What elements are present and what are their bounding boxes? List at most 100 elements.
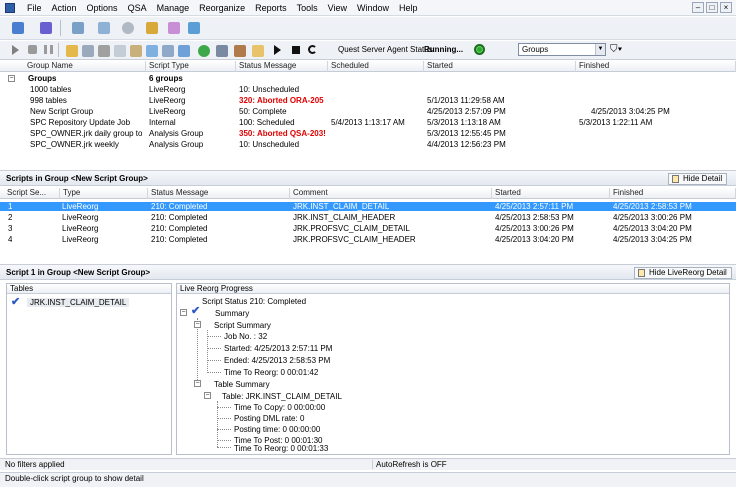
tree-line	[207, 372, 221, 373]
chart-icon[interactable]	[178, 45, 190, 57]
column-script-sequence[interactable]: Script Se...	[4, 188, 60, 199]
table-row[interactable]: SPC_OWNER.jrk weekly Analysis Group 10: …	[0, 140, 736, 149]
open-folder-icon[interactable]	[66, 45, 78, 57]
group-header-row[interactable]: − Groups 6 groups	[0, 74, 736, 83]
hide-detail-button[interactable]: Hide Detail	[668, 173, 728, 185]
app-icon	[5, 3, 15, 13]
script-detail-heading: Script 1 in Group <New Script Group>	[6, 268, 151, 277]
find-icon[interactable]	[122, 22, 134, 34]
tree-script-summary[interactable]: Script Summary	[214, 321, 271, 330]
run-icon[interactable]	[12, 45, 19, 55]
started: 4/25/2013 2:58:53 PM	[495, 213, 574, 222]
table-row[interactable]: SPC Repository Update Job Internal 100: …	[0, 118, 736, 127]
column-type[interactable]: Type	[60, 188, 148, 199]
script-type: Analysis Group	[149, 140, 204, 149]
copy-icon[interactable]	[114, 45, 126, 57]
column-group-name[interactable]: Group Name	[24, 61, 146, 72]
refresh-icon[interactable]	[198, 45, 210, 57]
group-header-name: Groups	[28, 74, 57, 83]
schema-icon[interactable]	[98, 22, 110, 34]
table-row[interactable]: 3 LiveReorg 210: Completed JRK.PROFSVC_C…	[0, 224, 736, 233]
script-sequence: 3	[8, 224, 13, 233]
agent-status-value: Running...	[424, 45, 464, 54]
reorg-icon[interactable]	[146, 22, 158, 34]
script-group-icon[interactable]	[216, 45, 228, 57]
column-status-message[interactable]: Status Message	[148, 188, 290, 199]
table-row[interactable]: 2 LiveReorg 210: Completed JRK.INST_CLAI…	[0, 213, 736, 222]
edit-icon[interactable]	[168, 22, 180, 34]
window-controls: – □ ×	[692, 2, 732, 13]
notes-icon[interactable]	[252, 45, 264, 57]
stop-icon[interactable]	[28, 45, 37, 54]
collapse-icon[interactable]: −	[204, 392, 211, 399]
finished: 4/25/2013 2:58:53 PM	[613, 202, 692, 211]
menu-bar: File Action Options QSA Manage Reorganiz…	[0, 0, 736, 16]
collapse-icon[interactable]: −	[194, 321, 201, 328]
tree-table-summary[interactable]: Table Summary	[214, 380, 270, 389]
menu-reports[interactable]: Reports	[250, 2, 292, 15]
report-icon[interactable]	[146, 45, 158, 57]
close-button[interactable]: ×	[720, 2, 732, 13]
properties-icon[interactable]	[82, 45, 94, 57]
table-row[interactable]: 1000 tables LiveReorg 10: Unscheduled	[0, 85, 736, 94]
play-icon[interactable]	[274, 45, 281, 55]
menu-help[interactable]: Help	[394, 2, 423, 15]
column-started[interactable]: Started	[492, 188, 610, 199]
column-status-message[interactable]: Status Message	[236, 61, 328, 72]
grid-icon[interactable]	[162, 45, 174, 57]
table-row[interactable]: 4 LiveReorg 210: Completed JRK.PROFSVC_C…	[0, 235, 736, 244]
tree-line	[217, 447, 231, 448]
menu-view[interactable]: View	[323, 2, 352, 15]
paste-icon[interactable]	[130, 45, 142, 57]
agent-status-icon[interactable]	[474, 44, 485, 55]
group-name: 998 tables	[30, 96, 67, 105]
collapse-icon[interactable]: −	[8, 75, 15, 82]
tree-line	[207, 360, 221, 361]
table-row[interactable]: 998 tables LiveReorg 320: Aborted ORA-20…	[0, 96, 736, 105]
column-scheduled[interactable]: Scheduled	[328, 61, 424, 72]
hide-livereorg-detail-icon	[638, 269, 645, 277]
column-started[interactable]: Started	[424, 61, 576, 72]
table-item[interactable]: JRK.INST_CLAIM_DETAIL	[27, 298, 130, 307]
scripts-panel-heading: Scripts in Group <New Script Group>	[6, 174, 148, 183]
column-finished[interactable]: Finished	[576, 61, 736, 72]
detail-icon[interactable]	[234, 45, 246, 57]
menu-tools[interactable]: Tools	[292, 2, 323, 15]
stop-square-icon[interactable]	[292, 46, 300, 54]
collapse-icon[interactable]: −	[180, 309, 187, 316]
pause-icon[interactable]	[44, 45, 53, 54]
column-script-type[interactable]: Script Type	[146, 61, 236, 72]
table-row[interactable]: New Script Group LiveReorg 50: Complete …	[0, 107, 736, 116]
groups-select[interactable]: Groups ▼	[518, 43, 606, 56]
collapse-icon[interactable]: −	[194, 380, 201, 387]
hide-livereorg-detail-button[interactable]: Hide LiveReorg Detail	[634, 267, 732, 279]
tree-summary[interactable]: Summary	[215, 309, 249, 318]
tree-table[interactable]: Table: JRK.INST_CLAIM_DETAIL	[222, 392, 342, 401]
column-comment[interactable]: Comment	[290, 188, 492, 199]
menu-reorganize[interactable]: Reorganize	[194, 2, 250, 15]
menu-options[interactable]: Options	[82, 2, 123, 15]
column-finished[interactable]: Finished	[610, 188, 736, 199]
minimize-button[interactable]: –	[692, 2, 704, 13]
menu-qsa[interactable]: QSA	[123, 2, 152, 15]
menu-manage[interactable]: Manage	[152, 2, 195, 15]
undo-icon[interactable]	[308, 45, 317, 54]
disconnect-icon[interactable]	[40, 22, 52, 34]
restore-button[interactable]: □	[706, 2, 718, 13]
window-icon[interactable]	[188, 22, 200, 34]
delete-icon[interactable]	[98, 45, 110, 57]
menu-file[interactable]: File	[22, 2, 47, 15]
table-row[interactable]: SPC_OWNER.jrk daily group to t Analysis …	[0, 129, 736, 138]
menu-action[interactable]: Action	[47, 2, 82, 15]
table-row[interactable]: 1 LiveReorg 210: Completed JRK.INST_CLAI…	[0, 202, 736, 211]
status-message: 210: Completed	[151, 213, 208, 222]
tree-time-to-reorg: Time To Reorg: 0 00:01:42	[224, 368, 319, 377]
connect-icon[interactable]	[12, 22, 24, 34]
hide-detail-label: Hide Detail	[683, 174, 723, 183]
menu-window[interactable]: Window	[352, 2, 394, 15]
chevron-down-icon[interactable]: ▼	[595, 44, 605, 55]
database-icon[interactable]	[72, 22, 84, 34]
progress-header: Live Reorg Progress	[177, 284, 729, 294]
filter-icon[interactable]: ⛉▾	[610, 44, 622, 55]
hint-status-bar: Double-click script group to show detail	[0, 472, 736, 487]
